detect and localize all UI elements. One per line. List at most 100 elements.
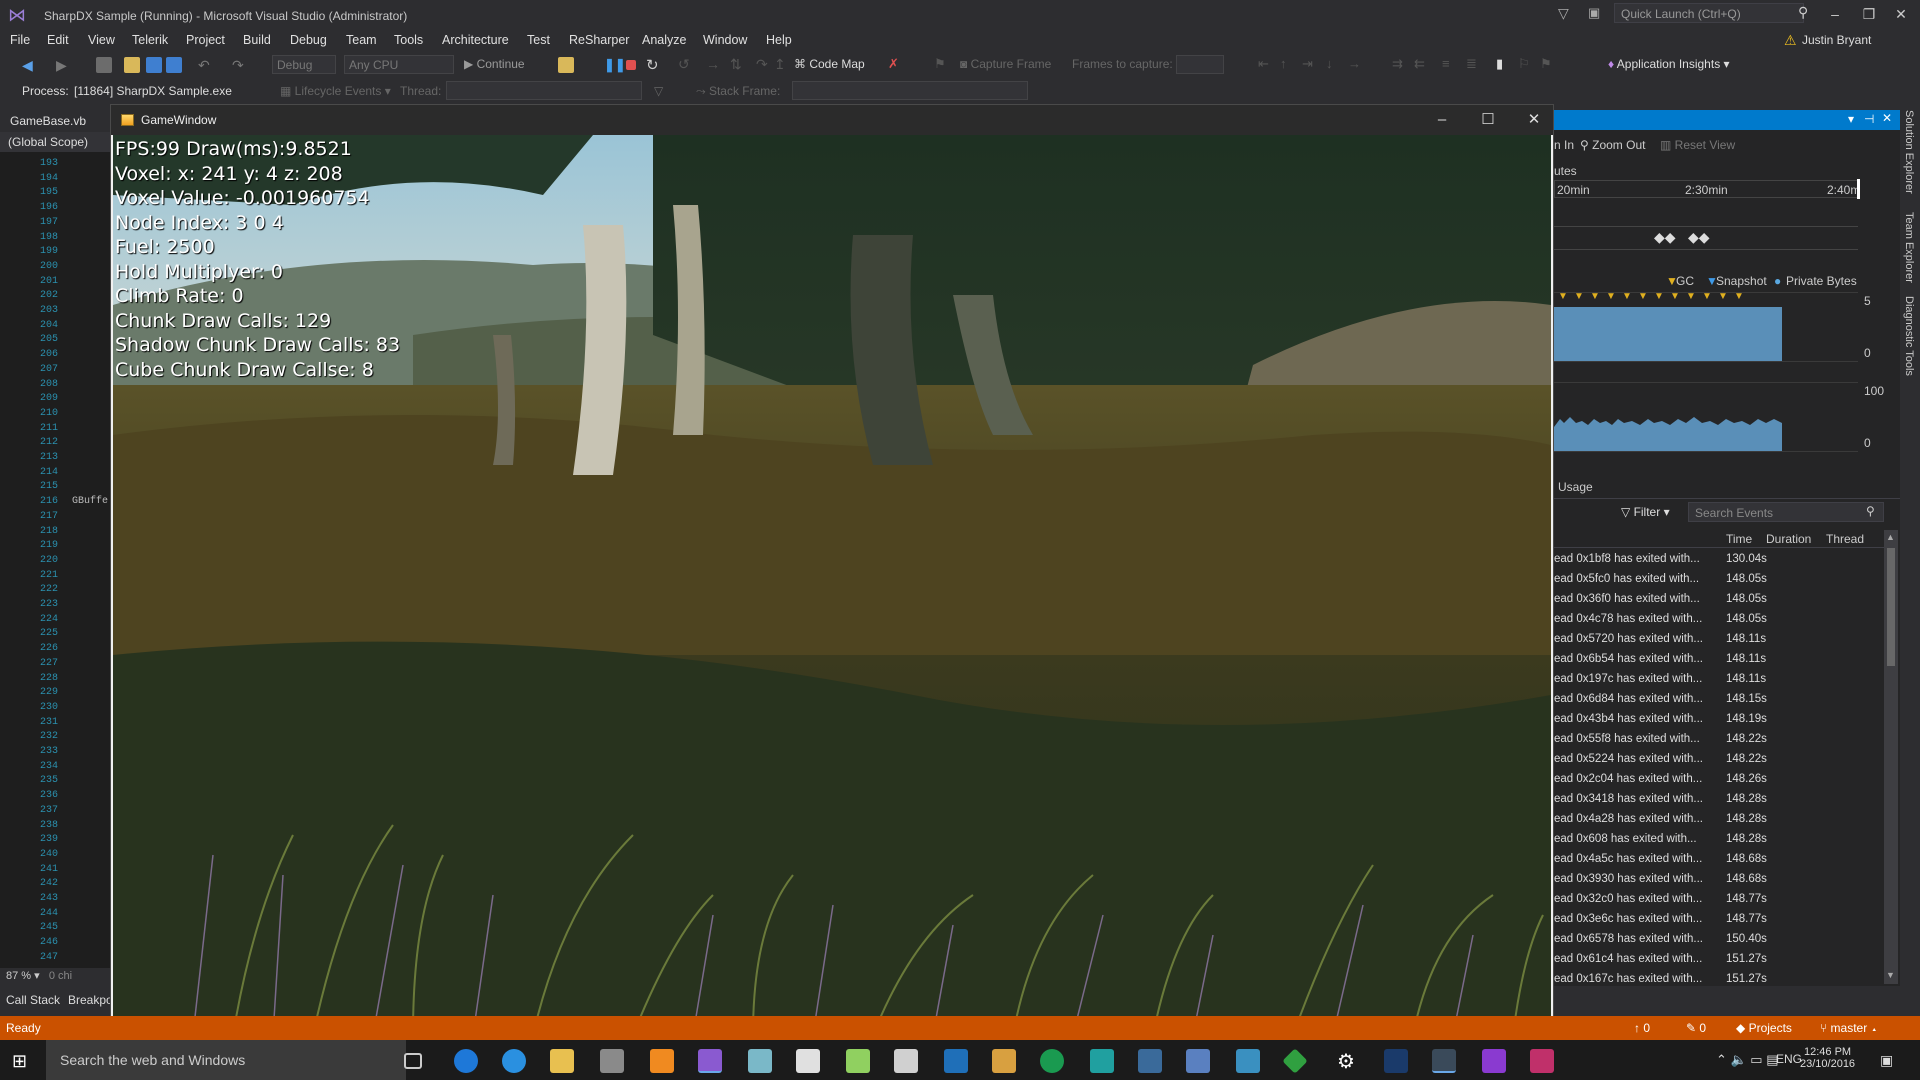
task-view-icon[interactable] — [404, 1053, 422, 1069]
application-insights-button[interactable]: ♦ Application Insights ▾ — [1608, 57, 1730, 71]
event-row[interactable]: ead 0x5224 has exited with... 148.22s — [1554, 750, 1880, 770]
menu-window[interactable]: Window — [703, 33, 747, 47]
column-duration[interactable]: Duration — [1766, 532, 1811, 546]
gc-marker-icon[interactable]: ▼ — [1686, 291, 1696, 302]
column-time[interactable]: Time — [1726, 532, 1752, 546]
step-over-icon[interactable]: ⇅ — [730, 56, 746, 72]
stop-icon[interactable] — [626, 60, 636, 70]
timeline-ruler[interactable]: 20min 2:30min 2:40m — [1554, 179, 1860, 199]
zoom-in-button[interactable]: n In — [1554, 138, 1574, 152]
save-all-icon[interactable] — [166, 57, 182, 73]
event-row[interactable]: ead 0x43b4 has exited with... 148.19s — [1554, 710, 1880, 730]
game-close-button[interactable]: ✕ — [1519, 110, 1549, 130]
notepad-plus-icon[interactable] — [846, 1049, 870, 1073]
comment-icon[interactable]: ≡ — [1442, 56, 1458, 72]
event-row[interactable]: ead 0x5720 has exited with... 148.11s — [1554, 630, 1880, 650]
capture-frame-button[interactable]: ◙ Capture Frame — [960, 57, 1051, 71]
taskbar-search-box[interactable]: Search the web and Windows — [46, 1040, 406, 1080]
event-row[interactable]: ead 0x61c4 has exited with... 151.27s — [1554, 950, 1880, 970]
menu-file[interactable]: File — [10, 33, 30, 47]
forward-icon[interactable]: ▶ — [56, 57, 72, 73]
graphics-icon[interactable]: ⚑ — [934, 56, 950, 72]
event-row[interactable]: ead 0x36f0 has exited with... 148.05s — [1554, 590, 1880, 610]
filter-dropdown[interactable]: ▽ Filter ▾ — [1618, 502, 1680, 522]
restart-icon[interactable]: ↻ — [646, 56, 662, 74]
menu-help[interactable]: Help — [766, 33, 792, 47]
panel-close-icon[interactable]: ✕ — [1882, 111, 1892, 125]
bookmark-up-icon[interactable]: ↑ — [1280, 56, 1296, 72]
restore-button[interactable]: ❐ — [1854, 4, 1884, 24]
menu-view[interactable]: View — [88, 33, 115, 47]
windows-start-icon[interactable]: ⊞ — [12, 1051, 27, 1072]
redo-icon[interactable]: ↷ — [232, 57, 248, 73]
game-window-titlebar[interactable]: GameWindow – ☐ ✕ — [111, 105, 1553, 135]
code-map-button[interactable]: ⌘ Code Map — [794, 57, 865, 71]
app-icon-6[interactable] — [1090, 1049, 1114, 1073]
gc-marker-icon[interactable]: ▼ — [1718, 291, 1728, 302]
bookmark-prev-icon[interactable]: ⇤ — [1258, 56, 1274, 72]
status-push[interactable]: ↑ 0 — [1634, 1021, 1650, 1035]
bookmark-clear-icon[interactable]: ⚑ — [1540, 56, 1556, 72]
settings-gear-icon[interactable]: ⚙ — [1334, 1049, 1358, 1073]
game-window-taskbar-icon[interactable] — [1432, 1049, 1456, 1073]
reset-view-button[interactable]: ▥ Reset View — [1660, 138, 1735, 152]
show-next-statement-icon[interactable]: ↺ — [678, 56, 694, 72]
event-row[interactable]: ead 0x55f8 has exited with... 148.22s — [1554, 730, 1880, 750]
tab-breakpoints[interactable]: Breakpo — [68, 993, 113, 1007]
tab-solution-explorer[interactable]: Solution Explorer — [1903, 110, 1915, 194]
editor-zoom-level[interactable]: 87 % ▾ 0 chi — [0, 968, 112, 984]
event-diamond-1[interactable]: ◆◆ — [1654, 229, 1676, 246]
panel-dropdown-icon[interactable]: ▾ — [1848, 112, 1854, 126]
search-events-input[interactable]: Search Events — [1688, 502, 1884, 522]
event-row[interactable]: ead 0x32c0 has exited with... 148.77s — [1554, 890, 1880, 910]
taskbar-clock[interactable]: 12:46 PM 23/10/2016 — [1800, 1046, 1855, 1070]
search-events-icon[interactable]: ⚲ — [1866, 504, 1875, 518]
event-row[interactable]: ead 0x4a5c has exited with... 148.68s — [1554, 850, 1880, 870]
event-row[interactable]: ead 0x3418 has exited with... 148.28s — [1554, 790, 1880, 810]
minimize-button[interactable]: – — [1820, 4, 1850, 24]
menu-build[interactable]: Build — [243, 33, 271, 47]
process-icon[interactable] — [558, 57, 574, 73]
game-window[interactable]: GameWindow – ☐ ✕ FPS:99 Draw(ms):9.8521 … — [110, 104, 1554, 1038]
feedback-icon[interactable]: ▣ — [1588, 5, 1600, 21]
step-out-icon[interactable]: ↷ — [756, 56, 772, 72]
input-language[interactable]: ENG — [1776, 1052, 1802, 1066]
pause-icon[interactable]: ❚❚ — [604, 57, 626, 73]
menu-analyze[interactable]: Analyze — [642, 33, 686, 47]
status-projects[interactable]: ◆ Projects — [1736, 1021, 1792, 1035]
menu-tools[interactable]: Tools — [394, 33, 423, 47]
app-icon-8[interactable] — [1236, 1049, 1260, 1073]
gc-marker-icon[interactable]: ▼ — [1622, 291, 1632, 302]
tab-call-stack[interactable]: Call Stack — [6, 993, 60, 1007]
filter-icon[interactable]: ▽ — [1558, 5, 1569, 22]
save-icon[interactable] — [146, 57, 162, 73]
gc-marker-icon[interactable]: ▼ — [1702, 291, 1712, 302]
game-viewport[interactable]: FPS:99 Draw(ms):9.8521 Voxel: x: 241 y: 4… — [113, 135, 1551, 1035]
filter-threads-icon[interactable]: ▽ — [654, 84, 663, 98]
solution-platform-dropdown[interactable]: Any CPU — [344, 55, 454, 74]
scope-dropdown[interactable]: (Global Scope) — [0, 132, 112, 152]
bookmark-down-icon[interactable]: ↓ — [1326, 56, 1342, 72]
gc-marker-icon[interactable]: ▼ — [1558, 291, 1568, 302]
event-row[interactable]: ead 0x2c04 has exited with... 148.26s — [1554, 770, 1880, 790]
events-scrollbar[interactable]: ▲ ▼ — [1884, 530, 1898, 984]
editor-tab-gamebase[interactable]: GameBase.vb — [0, 110, 112, 132]
app-icon-2[interactable] — [748, 1049, 772, 1073]
media-player-icon[interactable] — [992, 1049, 1016, 1073]
outdent-icon[interactable]: ⇇ — [1414, 56, 1430, 72]
event-row[interactable]: ead 0x4a28 has exited with... 148.28s — [1554, 810, 1880, 830]
open-file-icon[interactable] — [124, 57, 140, 73]
scroll-up-icon[interactable]: ▲ — [1886, 532, 1895, 542]
gc-marker-icon[interactable]: ▼ — [1638, 291, 1648, 302]
action-center-icon[interactable]: ▣ — [1880, 1052, 1893, 1069]
scroll-thumb[interactable] — [1887, 548, 1895, 666]
search-icon[interactable]: ⚲ — [1798, 4, 1808, 21]
bookmark-toggle-icon[interactable]: ⚐ — [1518, 56, 1534, 72]
event-row[interactable]: ead 0x608 has exited with... 148.28s — [1554, 830, 1880, 850]
quick-launch-input[interactable]: Quick Launch (Ctrl+Q) — [1614, 3, 1804, 23]
bookmark-forward-icon[interactable]: → — [1348, 56, 1364, 72]
edge-browser-icon[interactable] — [454, 1049, 478, 1073]
menu-telerik[interactable]: Telerik — [132, 33, 168, 47]
continue-button[interactable]: ▶ Continue — [464, 57, 525, 71]
back-icon[interactable]: ◀ — [22, 57, 38, 73]
